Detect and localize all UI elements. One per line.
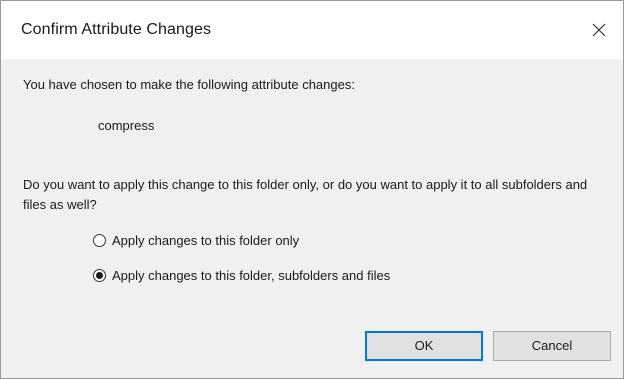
- radio-button-folder-only[interactable]: [93, 234, 106, 247]
- dialog-content: You have chosen to make the following at…: [1, 59, 623, 378]
- confirm-attribute-changes-dialog: Confirm Attribute Changes You have chose…: [0, 0, 624, 379]
- radio-selected-dot: [96, 272, 103, 279]
- close-icon: [592, 23, 606, 37]
- close-button[interactable]: [581, 15, 617, 45]
- radio-option-folder-subfolders-files[interactable]: Apply changes to this folder, subfolders…: [93, 268, 390, 283]
- title-bar: Confirm Attribute Changes: [1, 1, 623, 59]
- dialog-title: Confirm Attribute Changes: [21, 21, 212, 38]
- radio-option-folder-only[interactable]: Apply changes to this folder only: [93, 233, 299, 248]
- radio-label-folder-subfolders-files[interactable]: Apply changes to this folder, subfolders…: [112, 268, 390, 283]
- question-text: Do you want to apply this change to this…: [23, 177, 588, 212]
- radio-button-folder-subfolders-files[interactable]: [93, 269, 106, 282]
- ok-button[interactable]: OK: [365, 331, 483, 361]
- intro-text: You have chosen to make the following at…: [23, 77, 355, 92]
- radio-label-folder-only[interactable]: Apply changes to this folder only: [112, 233, 299, 248]
- cancel-button[interactable]: Cancel: [493, 331, 611, 361]
- attribute-change-text: compress: [98, 118, 155, 133]
